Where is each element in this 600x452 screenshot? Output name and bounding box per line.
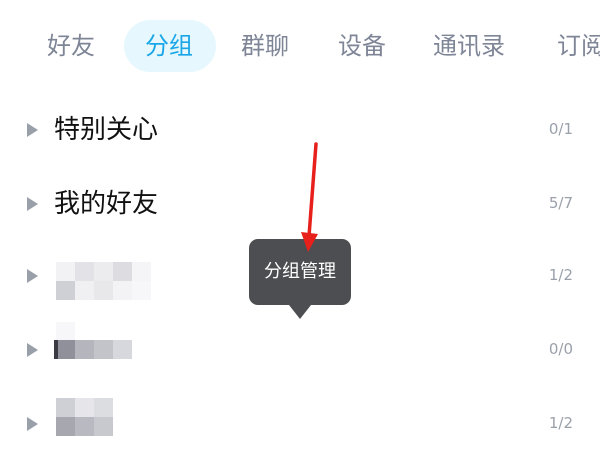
red-arrow-icon — [301, 142, 318, 252]
